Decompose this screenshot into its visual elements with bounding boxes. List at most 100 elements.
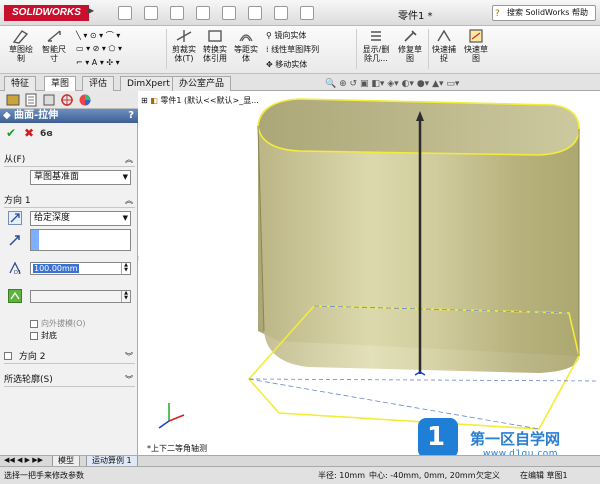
from-select[interactable]: 草图基准面 ▼ [30,170,131,185]
repair-icon [404,30,417,42]
options-icon[interactable] [300,6,314,20]
dimxpert-manager-icon[interactable] [60,93,74,107]
edit-appearance-icon: ●▾ [416,79,430,89]
fillet-tool-icon[interactable]: ⌐ ▾ A ▾ ✣ ▾ [76,58,120,67]
ribbon-divider [356,29,357,69]
repair-sketch-label: 修复草 图 [398,45,422,63]
direction-selection-box[interactable] [30,229,131,251]
snap-icon [437,29,451,42]
selected-contours-section-header[interactable]: 所选轮廓(S) ︾ [4,373,135,387]
property-manager-icon[interactable] [24,93,38,107]
section-view-icon: ▣ [359,79,369,89]
tab-evaluate[interactable]: 评估 [82,76,115,91]
surface-extrude-icon: ◆ [3,110,11,121]
title-bar: SOLIDWORKS ▶ 零件1 * ? 搜索 SolidWorks 帮助 [0,0,600,26]
quick-snaps-button[interactable]: 快速捕 捉 [430,28,458,63]
feature-manager-icon[interactable] [6,93,20,107]
smart-dimension-button[interactable]: 智能尺 寸 [38,28,70,63]
convert-entities-label: 转换实 体引用 [203,45,227,63]
mirror-entities-item[interactable]: ⚲ 镜向实体 [266,30,306,41]
menu-arrow-icon[interactable]: ▶ [88,6,94,15]
rapid-sketch-label: 快速草 图 [464,45,488,63]
tab-features[interactable]: 特征 [4,76,37,91]
zoom-area-icon: ⊕ [339,79,347,89]
collapse-icon: ︽ [125,196,133,205]
tab-dimxpert[interactable]: DimXpert [120,76,177,91]
dropdown-arrow-icon: ▼ [122,173,128,181]
move-entities-label: 移动实体 [275,60,308,69]
direction2-label: 方向 2 [18,352,46,362]
rectangle-tool-icon[interactable]: ▭ ▾ ⊘ ▾ ⬠ ▾ [76,44,122,53]
collapse-icon: ︽ [125,155,133,164]
direction2-checkbox[interactable] [4,352,12,360]
cap-end-checkbox[interactable] [30,332,38,340]
heads-up-view-toolbar[interactable]: 🔍 ⊕ ↺ ▣ ◧▾ ◈▾ ◐▾ ●▾ ▲▾ ▭▾ [325,79,459,89]
line-tool-icon[interactable]: ╲ ▾ ⊙ ▾ ⌒ ▾ [76,30,120,41]
mirror-entities-label: 镜向实体 [274,31,307,40]
select-icon[interactable] [248,6,262,20]
draft-on-off-icon[interactable] [8,289,22,303]
repair-sketch-button[interactable]: 修复草 图 [396,28,424,63]
detailed-preview-icon[interactable]: 6ɞ [40,129,53,139]
sketch-button[interactable]: 草图绘 制 [6,28,36,63]
display-delete-relations-label: 显示/删 除几... [362,45,390,63]
status-editing: 在编辑 草图1 [520,471,568,480]
save-icon[interactable] [170,6,184,20]
display-delete-relations-button[interactable]: 显示/删 除几... [360,28,392,63]
undo-icon[interactable] [222,6,236,20]
spin-arrows-icon[interactable]: ▲ ▼ [121,291,130,302]
reverse-direction-icon[interactable] [8,211,22,225]
tab-scroll-arrows-icon[interactable]: ◀◀ ◀ ▶ ▶▶ [4,456,43,464]
solidworks-logo: SOLIDWORKS [4,5,89,21]
trim-entities-button[interactable]: 剪裁实 体(T) [170,28,198,63]
coordinate-triad [158,403,185,429]
spin-arrows-icon[interactable]: ▲ ▼ [121,263,130,274]
offset-entities-button[interactable]: 等距实 体 [232,28,260,63]
cancel-x-icon[interactable]: ✖ [24,126,34,140]
ok-check-icon[interactable]: ✔ [6,126,16,140]
watermark-logo: 1 [418,418,458,458]
hide-show-icon: ◐▾ [401,79,414,89]
status-state: 欠定义 [476,471,500,480]
manager-tabs [0,91,138,109]
help-search-icon: ? [495,9,500,19]
direction2-section-header[interactable]: 方向 2 ︾ [4,350,135,364]
from-section-header[interactable]: 从(F) ︽ [4,153,135,167]
direction1-section-header[interactable]: 方向 1 ︽ [4,194,135,208]
dropdown-arrow-icon: ▼ [122,214,128,222]
draft-outward-checkbox[interactable] [30,320,38,328]
move-entities-item[interactable]: ✥ 移动实体 [266,59,307,70]
open-file-icon[interactable] [144,6,158,20]
configuration-manager-icon[interactable] [42,93,56,107]
scene-icon: ▲▾ [432,79,444,89]
rebuild-icon[interactable] [274,6,288,20]
rapid-sketch-button[interactable]: 快速草 图 [462,28,490,63]
status-message: 选择一把手来修改参数 [4,471,84,480]
selected-contours-label: 所选轮廓(S) [4,375,53,385]
display-manager-icon[interactable] [78,93,92,107]
linear-pattern-item[interactable]: ⁞ 线性草图阵列 [266,44,319,55]
new-file-icon[interactable] [118,6,132,20]
svg-text:D1: D1 [14,270,21,275]
print-icon[interactable] [196,6,210,20]
search-help-input[interactable]: ? 搜索 SolidWorks 帮助 [492,5,596,21]
from-value: 草图基准面 [34,172,80,182]
smart-dimension-label: 智能尺 寸 [42,45,66,63]
end-condition-value: 给定深度 [34,213,71,223]
sketch-label: 草图绘 制 [9,45,33,63]
status-bar: 选择一把手来修改参数 半径: 10mm 中心: -40mm, 0mm, 20mm… [0,466,600,484]
depth-input[interactable]: 100.00mm ▲ ▼ [30,262,131,275]
help-icon[interactable]: ? [128,109,134,123]
convert-entities-button[interactable]: 转换实 体引用 [200,28,230,63]
draft-angle-input[interactable]: ▲ ▼ [30,290,131,303]
offset-entities-label: 等距实 体 [234,45,258,63]
tab-sketch[interactable]: 草图 [44,76,77,91]
graphics-area[interactable]: ⊞ ◧ 零件1 (默认<<默认>_显... 🔍 ⊕ ↺ ▣ ◧▾ ◈▾ ◐▾ ●… [139,79,600,459]
expand-icon: ︾ [125,375,133,384]
end-condition-select[interactable]: 给定深度 ▼ [30,211,131,226]
depth-value: 100.00mm [33,264,79,273]
dimension-icon [47,30,61,42]
command-manager-ribbon: 草图绘 制 智能尺 寸 ╲ ▾ ⊙ ▾ ⌒ ▾ ▭ ▾ ⊘ ▾ ⬠ ▾ ⌐ ▾ … [0,26,600,74]
cap-end-label: 封底 [41,331,57,340]
tab-office-products[interactable]: 办公室产品 [172,76,232,91]
